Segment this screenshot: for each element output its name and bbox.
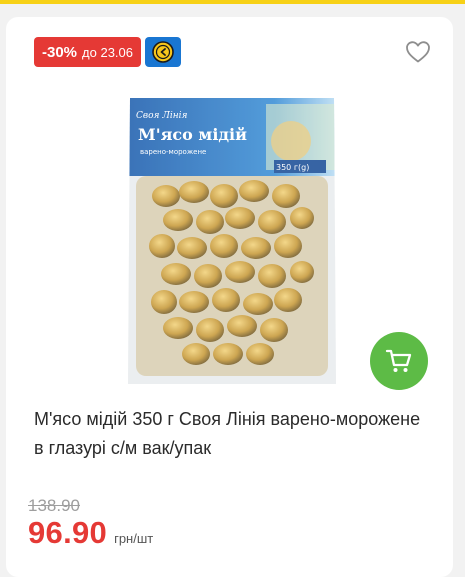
favorite-button[interactable] (405, 40, 431, 64)
current-price: 96.90 грн/шт (28, 515, 153, 551)
cart-icon (385, 349, 412, 372)
promo-coin-badge (145, 37, 181, 67)
discount-until: до 23.06 (82, 44, 133, 60)
top-accent-bar (0, 0, 465, 4)
current-price-value: 96.90 (28, 515, 108, 550)
promo-badges: -30% до 23.06 (34, 37, 181, 67)
price-unit: грн/шт (114, 531, 154, 546)
mussels-package-image: Своя Лінія М'ясо мідій варено-морожене 3… (128, 98, 336, 384)
heart-outline-icon (406, 41, 430, 63)
add-to-cart-button[interactable] (370, 332, 428, 390)
old-price: 138.90 (28, 496, 80, 515)
product-title[interactable]: М'ясо мідій 350 г Своя Лінія варено-моро… (34, 405, 434, 463)
discount-badge: -30% до 23.06 (34, 37, 141, 67)
discount-percent: -30% (42, 43, 78, 61)
product-image[interactable]: Своя Лінія М'ясо мідій варено-морожене 3… (126, 96, 338, 386)
promo-coin-icon (152, 41, 174, 63)
